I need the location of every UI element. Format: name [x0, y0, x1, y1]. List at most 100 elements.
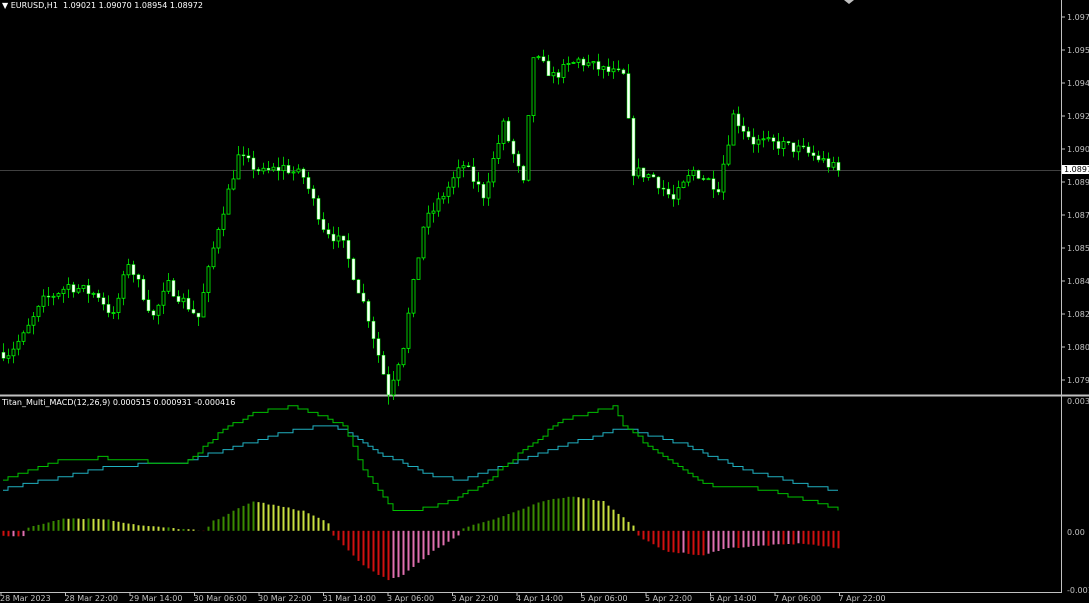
candle-bull [491, 158, 496, 183]
candle-bear [641, 167, 646, 178]
time-axis-label: 6 Apr 14:00 [709, 594, 757, 603]
candle-bull [206, 266, 211, 293]
price-axis-label: 1.08750 [1067, 211, 1089, 220]
candle-bull [731, 113, 736, 146]
chart-canvas[interactable] [0, 0, 1089, 603]
candle-bear [801, 145, 806, 148]
price-axis-label: 1.07920 [1067, 376, 1089, 385]
candle-bull [531, 57, 536, 116]
candle-bear [541, 56, 546, 62]
candle-bear [666, 188, 671, 195]
ohlc-values: 1.09021 1.09070 1.08954 1.08972 [63, 1, 203, 10]
candle-bear [696, 170, 701, 179]
candle-bear [71, 284, 76, 293]
candle-bear [556, 72, 561, 78]
candle-bear [746, 131, 751, 138]
candle-bull [61, 288, 66, 294]
candle-bull [121, 274, 126, 299]
candle-bear [521, 165, 526, 181]
candle-bull [431, 210, 436, 214]
candle-bull [456, 167, 461, 179]
candle-bear [386, 374, 391, 396]
candle-bear [176, 296, 181, 302]
candle-bull [636, 167, 641, 177]
price-axis-label: 1.08585 [1067, 244, 1089, 253]
candle-bull [226, 188, 231, 215]
candle-bull [401, 347, 406, 366]
candle-bear [86, 285, 91, 294]
candle-bull [201, 292, 206, 318]
candle-bear [581, 58, 586, 66]
candle-bear [836, 162, 841, 171]
candle-bull [496, 143, 501, 159]
time-axis-label: 4 Apr 14:00 [516, 594, 564, 603]
symbol-header: ▼ EURUSD,H1 1.09021 1.09070 1.08954 1.08… [2, 1, 203, 10]
indicator-axis-label: 0.00307 [1067, 397, 1089, 406]
candle-bull [781, 141, 786, 149]
candle-bear [671, 194, 676, 200]
candle-bull [391, 379, 396, 396]
candle-bull [36, 305, 41, 318]
candle-bear [791, 142, 796, 153]
collapse-triangle-icon[interactable]: ▼ [2, 1, 8, 10]
candle-bear [816, 155, 821, 161]
candle-bear [626, 73, 631, 119]
candle-bull [416, 257, 421, 280]
symbol-label: EURUSD,H1 [10, 1, 58, 10]
candle-bull [296, 168, 301, 173]
candle-bull [451, 177, 456, 188]
candle-bear [346, 240, 351, 260]
candle-bull [41, 295, 46, 307]
candle-bear [241, 154, 246, 157]
candle-bear [716, 189, 721, 193]
candle-bull [766, 137, 771, 140]
price-axis-label: 1.08920 [1067, 178, 1089, 187]
time-axis-label: 28 Mar 2023 [0, 594, 51, 603]
time-axis-label: 5 Apr 22:00 [645, 594, 693, 603]
candle-bull [11, 348, 16, 357]
candle-bull [551, 72, 556, 77]
candle-bull [116, 297, 121, 313]
candle-bear [811, 152, 816, 156]
candle-bear [326, 229, 331, 235]
candle-bull [181, 297, 186, 303]
candle-bear [301, 168, 306, 178]
candle-bear [321, 219, 326, 230]
candle-bear [366, 301, 371, 322]
candle-bear [361, 292, 366, 302]
price-axis-label: 1.09750 [1067, 13, 1089, 22]
candle-bull [691, 169, 696, 176]
candle-bull [831, 161, 836, 168]
candle-bull [576, 58, 581, 63]
price-axis-label: 1.09585 [1067, 46, 1089, 55]
candle-bull [26, 324, 31, 334]
candle-bear [511, 140, 516, 155]
candle-bear [151, 310, 156, 316]
candle-bear [266, 168, 271, 171]
candle-bull [56, 293, 61, 297]
price-axis-label: 1.09250 [1067, 112, 1089, 121]
candle-bull [66, 284, 71, 290]
candle-bear [701, 178, 706, 180]
candle-bear [46, 295, 51, 298]
candle-bear [136, 274, 141, 280]
candle-bear [306, 177, 311, 190]
indicator-axis-label: 0.00 [1067, 528, 1085, 537]
candle-bull [761, 138, 766, 141]
candle-bear [106, 304, 111, 314]
indicator-axis-label: -0.0014 [1067, 586, 1089, 595]
candle-bull [31, 316, 36, 326]
candle-bear [341, 235, 346, 241]
candle-bear [631, 117, 636, 177]
candle-bull [231, 178, 236, 190]
price-axis-label: 1.08255 [1067, 310, 1089, 319]
time-axis-label: 30 Mar 06:00 [193, 594, 247, 603]
candle-bull [591, 61, 596, 64]
candle-bear [96, 293, 101, 298]
candle-bull [436, 198, 441, 212]
candle-bull [236, 154, 241, 180]
candle-bull [461, 165, 466, 169]
candle-bear [621, 69, 626, 74]
candle-bull [526, 115, 531, 181]
candle-bear [186, 297, 191, 310]
